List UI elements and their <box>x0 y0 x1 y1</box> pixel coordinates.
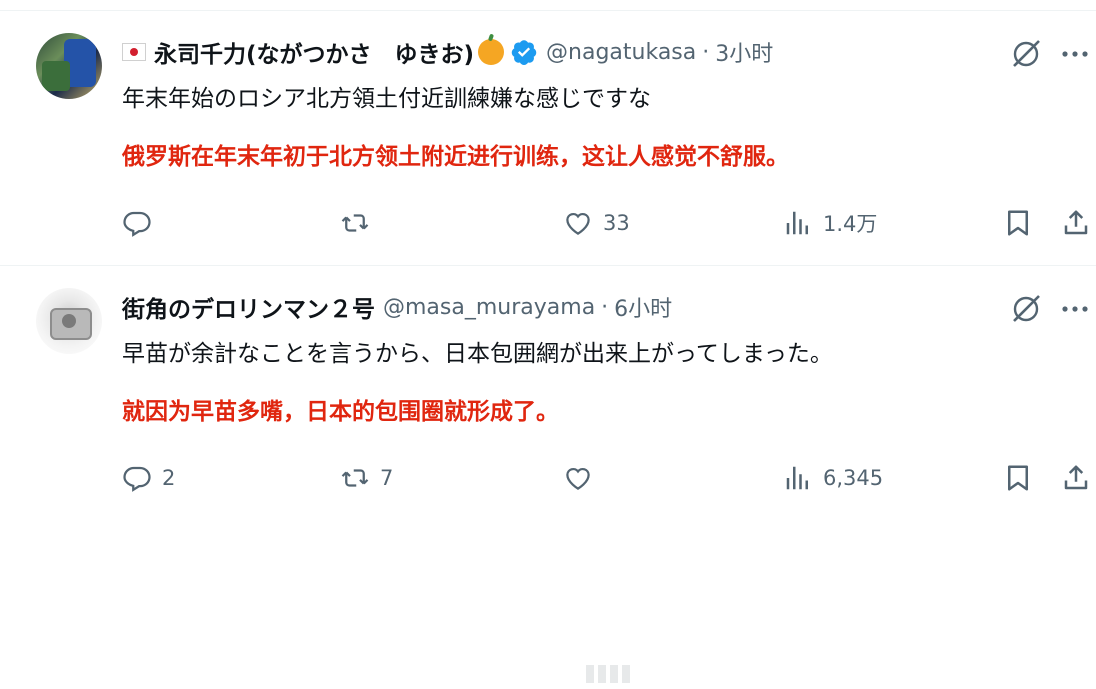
translation-text: 就因为早苗多嘴，日本的包围圈就形成了。 <box>122 399 559 425</box>
retweet-button[interactable] <box>340 206 380 240</box>
japan-flag-icon <box>122 43 146 61</box>
timestamp[interactable]: 3小时 <box>715 36 773 68</box>
view-count: 6,345 <box>823 466 884 490</box>
reply-icon <box>123 211 151 237</box>
bookmark-button[interactable] <box>1003 206 1033 240</box>
timestamp[interactable]: 6小时 <box>614 291 672 323</box>
share-icon <box>1064 465 1088 490</box>
reply-icon <box>123 466 151 492</box>
tweet-header: 街角のデロリンマン２号 @masa_murayama · 6小时 <box>122 290 672 324</box>
tweet-text: 早苗が余計なことを言うから、日本包囲網が出来上がってしまった。 <box>122 341 833 367</box>
grok-icon[interactable] <box>1009 292 1043 326</box>
tweet-text: 年末年始のロシア北方領土付近訓練嫌な感じですな <box>122 86 651 112</box>
action-bar: 2 7 6,345 <box>0 461 1096 689</box>
reply-button[interactable] <box>122 206 162 240</box>
display-name[interactable]: 街角のデロリンマン２号 <box>122 290 375 324</box>
bookmark-button[interactable] <box>1003 461 1033 495</box>
translation-text: 俄罗斯在年末年初于北方领土附近进行训练，这让人感觉不舒服。 <box>122 144 789 170</box>
views-icon <box>786 466 808 490</box>
bookmark-icon <box>1008 465 1028 491</box>
avatar[interactable] <box>36 33 102 99</box>
display-name[interactable]: 永司千力(ながつかさ ゆきお) <box>154 35 474 69</box>
views-button[interactable]: 1.4万 <box>783 206 877 240</box>
action-bar: 33 1.4万 <box>0 206 1096 240</box>
retweet-count: 7 <box>380 466 394 490</box>
like-icon <box>566 212 590 235</box>
share-button[interactable] <box>1061 206 1091 240</box>
watermark-overlay <box>578 659 640 689</box>
tweet-header: 永司千力(ながつかさ ゆきお) @nagatukasa · 3小时 <box>122 35 773 69</box>
like-button[interactable]: 33 <box>563 206 630 240</box>
retweet-button[interactable]: 7 <box>340 461 393 495</box>
separator-dot: · <box>601 294 609 320</box>
views-icon <box>786 211 808 235</box>
separator-dot: · <box>702 39 710 65</box>
more-icon[interactable] <box>1058 296 1092 322</box>
retweet-icon <box>341 214 369 232</box>
views-button[interactable]: 6,345 <box>783 461 883 495</box>
reply-button[interactable]: 2 <box>122 461 175 495</box>
like-count: 33 <box>603 211 630 235</box>
bookmark-icon <box>1008 210 1028 236</box>
like-button[interactable] <box>563 461 603 495</box>
share-button[interactable] <box>1061 461 1091 495</box>
retweet-icon <box>341 469 369 487</box>
user-handle[interactable]: @masa_murayama <box>383 295 595 320</box>
tweet[interactable]: 永司千力(ながつかさ ゆきお) @nagatukasa · 3小时 年末年始のロ… <box>0 10 1096 265</box>
user-handle[interactable]: @nagatukasa <box>546 40 696 65</box>
view-count: 1.4万 <box>823 212 878 236</box>
share-icon <box>1064 210 1088 235</box>
like-icon <box>566 467 590 490</box>
reply-count: 2 <box>162 466 176 490</box>
orange-icon <box>478 39 505 65</box>
avatar[interactable] <box>36 288 102 354</box>
tweet[interactable]: 街角のデロリンマン２号 @masa_murayama · 6小时 早苗が余計なこ… <box>0 265 1096 689</box>
grok-icon[interactable] <box>1009 37 1043 71</box>
verified-icon <box>511 40 537 65</box>
more-icon[interactable] <box>1058 41 1092 67</box>
